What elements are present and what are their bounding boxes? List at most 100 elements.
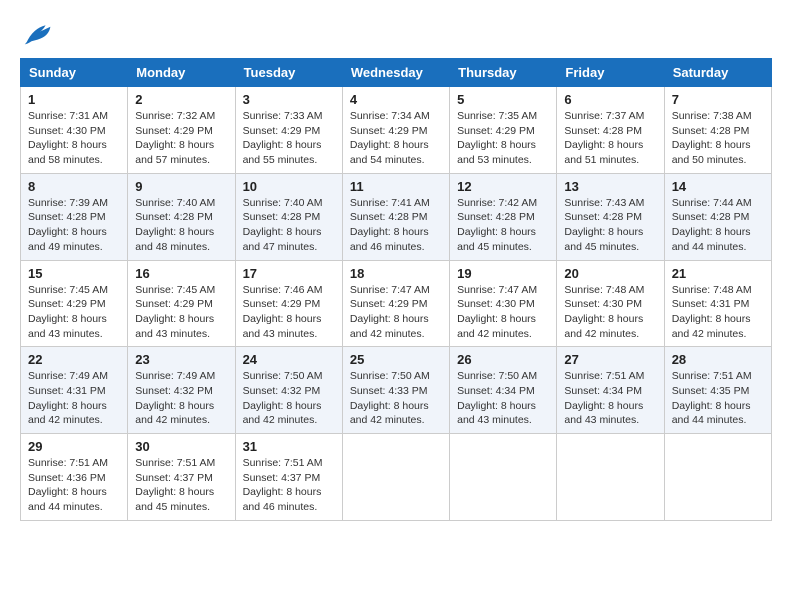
calendar-cell [342,434,449,521]
weekday-header-wednesday: Wednesday [342,59,449,87]
day-number: 23 [135,352,227,367]
calendar-cell: 14Sunrise: 7:44 AMSunset: 4:28 PMDayligh… [664,173,771,260]
day-number: 17 [243,266,335,281]
day-info: Sunrise: 7:50 AMSunset: 4:33 PMDaylight:… [350,369,442,428]
day-info: Sunrise: 7:40 AMSunset: 4:28 PMDaylight:… [135,196,227,255]
calendar-cell: 4 Sunrise: 7:34 AMSunset: 4:29 PMDaylight… [342,87,449,174]
calendar-table: SundayMondayTuesdayWednesdayThursdayFrid… [20,58,772,521]
day-info: Sunrise: 7:46 AMSunset: 4:29 PMDaylight:… [243,283,335,342]
day-number: 10 [243,179,335,194]
day-info: Sunrise: 7:42 AMSunset: 4:28 PMDaylight:… [457,196,549,255]
day-info: Sunrise: 7:48 AMSunset: 4:31 PMDaylight:… [672,283,764,342]
calendar-cell: 10 Sunrise: 7:40 AMSunset: 4:28 PMDayligh… [235,173,342,260]
weekday-header-row: SundayMondayTuesdayWednesdayThursdayFrid… [21,59,772,87]
calendar-week-row: 22 Sunrise: 7:49 AMSunset: 4:31 PMDayligh… [21,347,772,434]
calendar-cell: 18Sunrise: 7:47 AMSunset: 4:29 PMDayligh… [342,260,449,347]
calendar-cell: 25 Sunrise: 7:50 AMSunset: 4:33 PMDayligh… [342,347,449,434]
day-info: Sunrise: 7:37 AMSunset: 4:28 PMDaylight:… [564,109,656,168]
logo [20,20,58,48]
weekday-header-friday: Friday [557,59,664,87]
day-number: 29 [28,439,120,454]
calendar-week-row: 1Sunrise: 7:31 AMSunset: 4:30 PMDaylight… [21,87,772,174]
day-info: Sunrise: 7:32 AMSunset: 4:29 PMDaylight:… [135,109,227,168]
calendar-cell: 6 Sunrise: 7:37 AMSunset: 4:28 PMDaylight… [557,87,664,174]
day-number: 2 [135,92,227,107]
calendar-cell: 9 Sunrise: 7:40 AMSunset: 4:28 PMDaylight… [128,173,235,260]
calendar-cell: 21 Sunrise: 7:48 AMSunset: 4:31 PMDayligh… [664,260,771,347]
logo-icon [20,20,52,48]
day-info: Sunrise: 7:45 AMSunset: 4:29 PMDaylight:… [28,283,120,342]
day-number: 11 [350,179,442,194]
weekday-header-monday: Monday [128,59,235,87]
day-info: Sunrise: 7:41 AMSunset: 4:28 PMDaylight:… [350,196,442,255]
calendar-cell: 30 Sunrise: 7:51 AMSunset: 4:37 PMDayligh… [128,434,235,521]
day-number: 8 [28,179,120,194]
calendar-cell [557,434,664,521]
day-info: Sunrise: 7:33 AMSunset: 4:29 PMDaylight:… [243,109,335,168]
calendar-cell: 15 Sunrise: 7:45 AMSunset: 4:29 PMDayligh… [21,260,128,347]
day-number: 21 [672,266,764,281]
day-info: Sunrise: 7:40 AMSunset: 4:28 PMDaylight:… [243,196,335,255]
calendar-cell: 24 Sunrise: 7:50 AMSunset: 4:32 PMDayligh… [235,347,342,434]
day-number: 19 [457,266,549,281]
calendar-cell: 17 Sunrise: 7:46 AMSunset: 4:29 PMDayligh… [235,260,342,347]
calendar-cell: 2 Sunrise: 7:32 AMSunset: 4:29 PMDaylight… [128,87,235,174]
weekday-header-saturday: Saturday [664,59,771,87]
calendar-cell: 3 Sunrise: 7:33 AMSunset: 4:29 PMDaylight… [235,87,342,174]
day-info: Sunrise: 7:38 AMSunset: 4:28 PMDaylight:… [672,109,764,168]
calendar-cell: 5 Sunrise: 7:35 AMSunset: 4:29 PMDaylight… [450,87,557,174]
day-number: 6 [564,92,656,107]
day-number: 27 [564,352,656,367]
day-info: Sunrise: 7:49 AMSunset: 4:32 PMDaylight:… [135,369,227,428]
day-info: Sunrise: 7:49 AMSunset: 4:31 PMDaylight:… [28,369,120,428]
day-number: 24 [243,352,335,367]
day-number: 20 [564,266,656,281]
day-number: 15 [28,266,120,281]
weekday-header-sunday: Sunday [21,59,128,87]
calendar-cell: 19 Sunrise: 7:47 AMSunset: 4:30 PMDayligh… [450,260,557,347]
calendar-cell: 28Sunrise: 7:51 AMSunset: 4:35 PMDayligh… [664,347,771,434]
day-info: Sunrise: 7:43 AMSunset: 4:28 PMDaylight:… [564,196,656,255]
calendar-week-row: 29Sunrise: 7:51 AMSunset: 4:36 PMDayligh… [21,434,772,521]
calendar-cell: 23 Sunrise: 7:49 AMSunset: 4:32 PMDayligh… [128,347,235,434]
day-number: 5 [457,92,549,107]
day-number: 13 [564,179,656,194]
calendar-cell [664,434,771,521]
calendar-cell: 8Sunrise: 7:39 AMSunset: 4:28 PMDaylight… [21,173,128,260]
calendar-cell: 20 Sunrise: 7:48 AMSunset: 4:30 PMDayligh… [557,260,664,347]
day-number: 28 [672,352,764,367]
calendar-cell [450,434,557,521]
day-info: Sunrise: 7:47 AMSunset: 4:29 PMDaylight:… [350,283,442,342]
day-number: 3 [243,92,335,107]
calendar-week-row: 15 Sunrise: 7:45 AMSunset: 4:29 PMDayligh… [21,260,772,347]
calendar-cell: 12 Sunrise: 7:42 AMSunset: 4:28 PMDayligh… [450,173,557,260]
calendar-cell: 31Sunrise: 7:51 AMSunset: 4:37 PMDayligh… [235,434,342,521]
day-info: Sunrise: 7:51 AMSunset: 4:34 PMDaylight:… [564,369,656,428]
day-info: Sunrise: 7:51 AMSunset: 4:37 PMDaylight:… [135,456,227,515]
day-number: 7 [672,92,764,107]
day-info: Sunrise: 7:50 AMSunset: 4:34 PMDaylight:… [457,369,549,428]
day-number: 4 [350,92,442,107]
day-info: Sunrise: 7:44 AMSunset: 4:28 PMDaylight:… [672,196,764,255]
day-info: Sunrise: 7:35 AMSunset: 4:29 PMDaylight:… [457,109,549,168]
weekday-header-thursday: Thursday [450,59,557,87]
day-info: Sunrise: 7:51 AMSunset: 4:37 PMDaylight:… [243,456,335,515]
day-info: Sunrise: 7:47 AMSunset: 4:30 PMDaylight:… [457,283,549,342]
calendar-cell: 16Sunrise: 7:45 AMSunset: 4:29 PMDayligh… [128,260,235,347]
calendar-cell: 1Sunrise: 7:31 AMSunset: 4:30 PMDaylight… [21,87,128,174]
day-number: 9 [135,179,227,194]
day-number: 30 [135,439,227,454]
day-info: Sunrise: 7:34 AMSunset: 4:29 PMDaylight:… [350,109,442,168]
day-info: Sunrise: 7:48 AMSunset: 4:30 PMDaylight:… [564,283,656,342]
day-info: Sunrise: 7:31 AMSunset: 4:30 PMDaylight:… [28,109,120,168]
calendar-cell: 27 Sunrise: 7:51 AMSunset: 4:34 PMDayligh… [557,347,664,434]
day-number: 25 [350,352,442,367]
header [20,20,772,48]
calendar-week-row: 8Sunrise: 7:39 AMSunset: 4:28 PMDaylight… [21,173,772,260]
day-number: 16 [135,266,227,281]
day-info: Sunrise: 7:50 AMSunset: 4:32 PMDaylight:… [243,369,335,428]
calendar-cell: 22 Sunrise: 7:49 AMSunset: 4:31 PMDayligh… [21,347,128,434]
day-number: 26 [457,352,549,367]
day-number: 12 [457,179,549,194]
day-number: 22 [28,352,120,367]
